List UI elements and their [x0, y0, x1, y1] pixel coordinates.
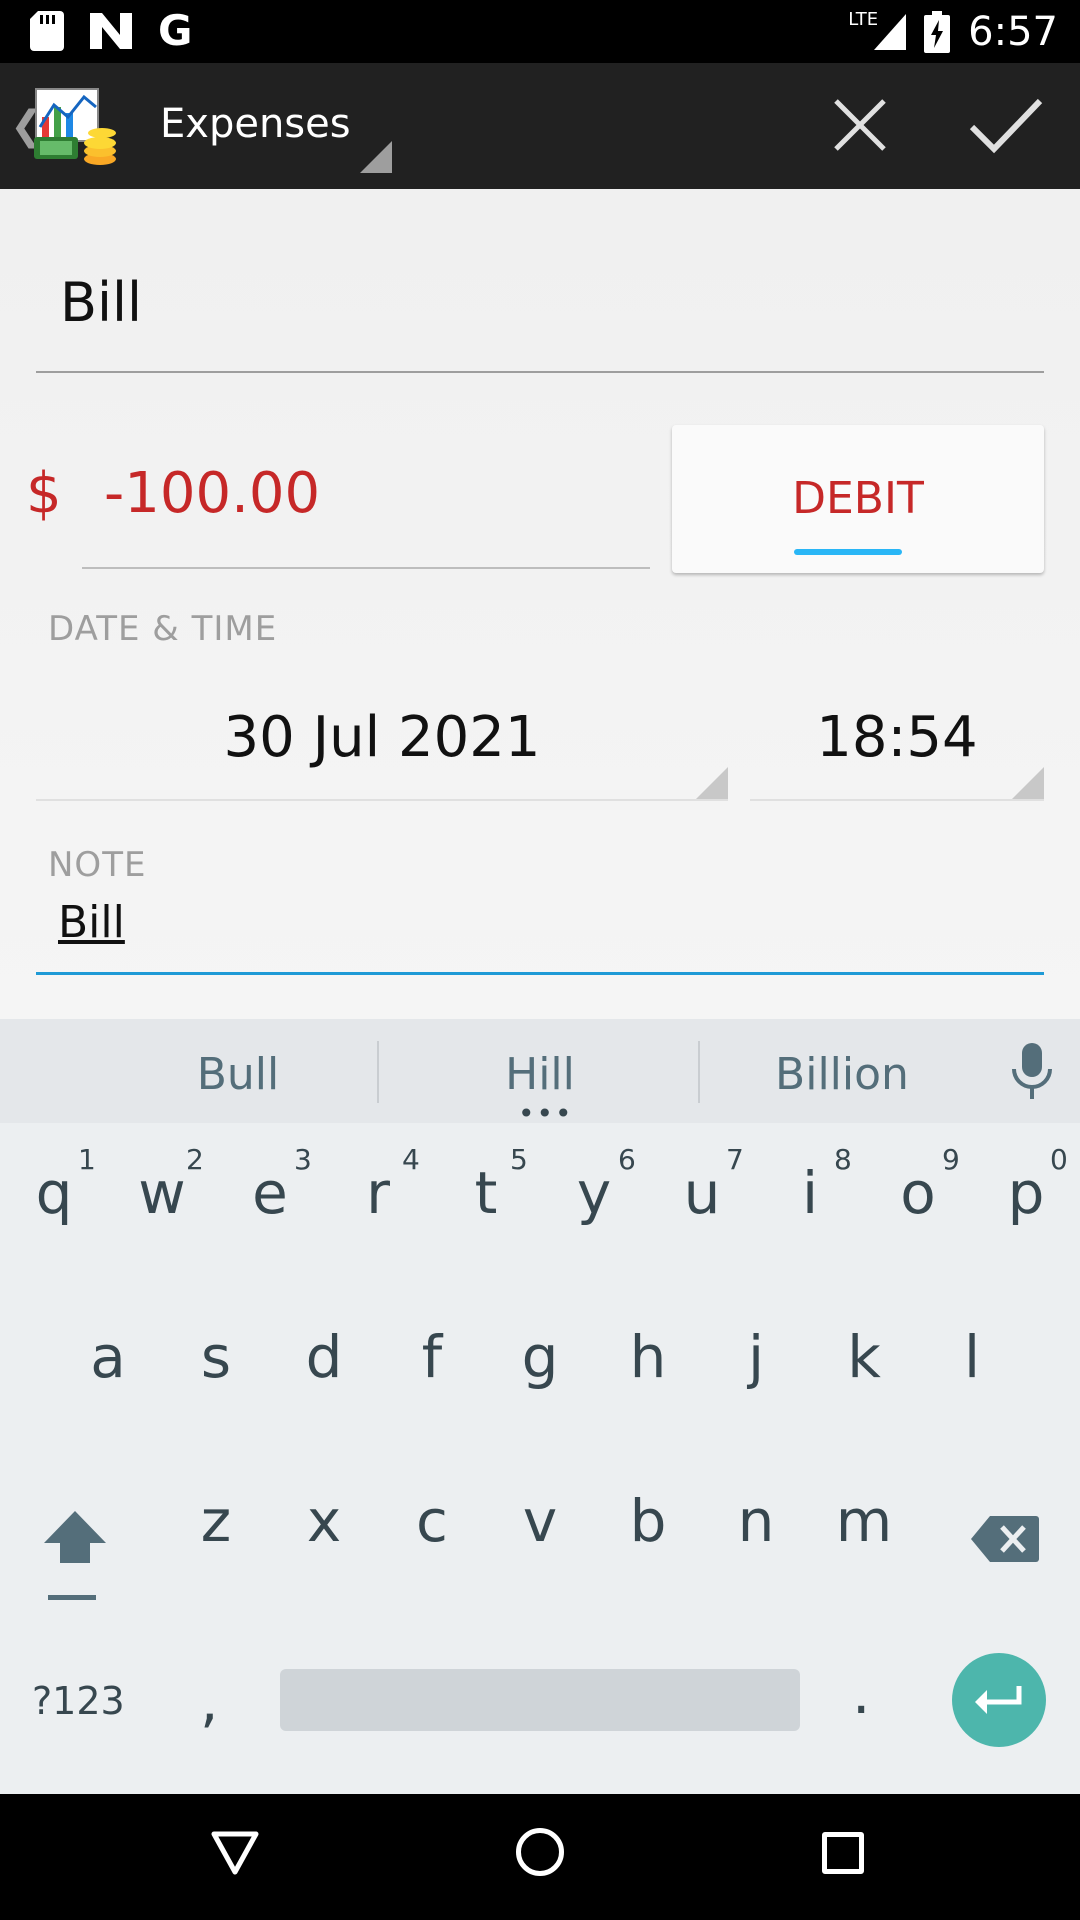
- key-n[interactable]: n: [702, 1487, 810, 1555]
- sd-card-icon: [30, 11, 64, 51]
- battery-charging-icon: [924, 10, 951, 53]
- backspace-key-icon[interactable]: [970, 1514, 1040, 1564]
- key-a[interactable]: a: [54, 1323, 162, 1391]
- time-value: 18:54: [816, 705, 978, 770]
- google-icon: G: [158, 6, 193, 55]
- key-b[interactable]: b: [594, 1487, 702, 1555]
- key-hint: 9: [942, 1143, 960, 1176]
- key-f[interactable]: f: [378, 1323, 486, 1391]
- key-g[interactable]: g: [486, 1323, 594, 1391]
- title-value: Bill: [60, 271, 143, 334]
- nav-recents-icon[interactable]: [822, 1832, 864, 1874]
- nav-home-icon[interactable]: [516, 1828, 564, 1876]
- note-value: Bill: [58, 897, 125, 948]
- date-time-label: DATE & TIME: [48, 609, 278, 649]
- key-hint: 4: [402, 1143, 420, 1176]
- amount-input[interactable]: -100.00: [82, 447, 650, 569]
- suggestion-strip: Bull Hill ••• Billion: [0, 1019, 1080, 1128]
- microphone-icon[interactable]: [1010, 1043, 1054, 1101]
- signal-icon: [874, 13, 907, 50]
- app-logo-icon[interactable]: [32, 87, 118, 167]
- key-hint: 3: [294, 1143, 312, 1176]
- suggestion-billion[interactable]: Billion: [742, 1049, 942, 1100]
- key-hint: 8: [834, 1143, 852, 1176]
- date-picker[interactable]: 30 Jul 2021: [36, 671, 728, 801]
- debit-button[interactable]: DEBIT: [672, 425, 1044, 573]
- shift-key-icon[interactable]: [40, 1509, 110, 1609]
- key-d[interactable]: d: [270, 1323, 378, 1391]
- space-bar[interactable]: [280, 1669, 800, 1731]
- note-label: NOTE: [48, 845, 147, 885]
- lte-label: LTE: [848, 9, 879, 30]
- soft-keyboard: Bull Hill ••• Billion ?123 , . q1w2e3r4t…: [0, 1019, 1080, 1794]
- key-hint: 5: [510, 1143, 528, 1176]
- key-hint: 1: [78, 1143, 96, 1176]
- key-s[interactable]: s: [162, 1323, 270, 1391]
- key-hint: 7: [726, 1143, 744, 1176]
- key-hint: 6: [618, 1143, 636, 1176]
- more-suggestions-icon[interactable]: •••: [518, 1100, 574, 1128]
- app-bar: ❮ Expenses: [0, 63, 1080, 189]
- symbols-key[interactable]: ?123: [32, 1679, 125, 1723]
- key-l[interactable]: l: [918, 1323, 1026, 1391]
- period-key[interactable]: .: [852, 1659, 870, 1727]
- amount-value: -100.00: [104, 461, 321, 526]
- key-c[interactable]: c: [378, 1487, 486, 1555]
- currency-symbol: $: [26, 461, 62, 526]
- debit-button-label: DEBIT: [792, 473, 924, 524]
- enter-key[interactable]: [952, 1653, 1046, 1747]
- check-icon[interactable]: [960, 89, 1050, 161]
- close-icon[interactable]: [820, 93, 900, 159]
- key-j[interactable]: j: [702, 1323, 810, 1391]
- title-input[interactable]: Bill: [36, 261, 1044, 373]
- time-picker[interactable]: 18:54: [750, 671, 1044, 801]
- key-hint: 2: [186, 1143, 204, 1176]
- status-bar: G LTE 6:57: [0, 0, 1080, 63]
- nav-back-icon[interactable]: [210, 1830, 260, 1876]
- transaction-form: Bill $ -100.00 DEBIT DATE & TIME 30 Jul …: [0, 189, 1080, 1019]
- suggestion-divider: [698, 1041, 700, 1103]
- key-m[interactable]: m: [810, 1487, 918, 1555]
- key-v[interactable]: v: [486, 1487, 594, 1555]
- suggestion-bull[interactable]: Bull: [150, 1049, 326, 1100]
- debit-indicator: [794, 549, 902, 555]
- n-app-icon: [90, 13, 132, 49]
- enter-icon: [975, 1686, 1022, 1714]
- date-value: 30 Jul 2021: [223, 705, 541, 770]
- key-h[interactable]: h: [594, 1323, 702, 1391]
- date-dropdown-icon: [696, 767, 728, 799]
- key-hint: 0: [1050, 1143, 1068, 1176]
- page-title[interactable]: Expenses: [160, 101, 351, 147]
- suggestion-hill[interactable]: Hill: [440, 1049, 640, 1100]
- comma-key[interactable]: ,: [200, 1667, 218, 1735]
- key-x[interactable]: x: [270, 1487, 378, 1555]
- clock: 6:57: [968, 8, 1058, 55]
- time-dropdown-icon: [1012, 767, 1044, 799]
- note-input[interactable]: Bill: [36, 897, 1044, 975]
- suggestion-divider: [377, 1041, 379, 1103]
- key-z[interactable]: z: [162, 1487, 270, 1555]
- navigation-bar: [0, 1794, 1080, 1920]
- key-k[interactable]: k: [810, 1323, 918, 1391]
- dropdown-caret-icon[interactable]: [360, 141, 392, 173]
